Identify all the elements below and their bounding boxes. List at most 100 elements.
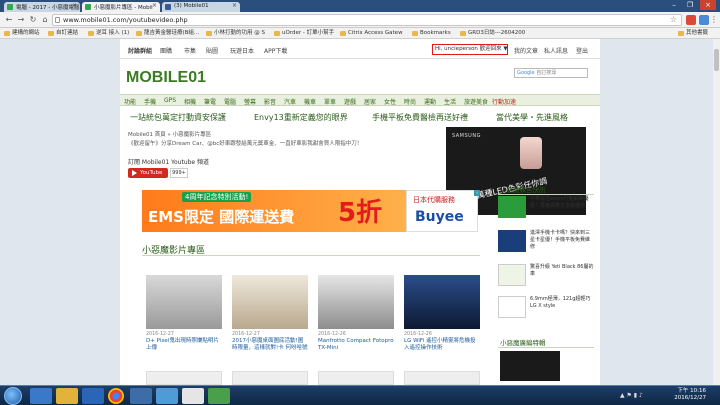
sidebar-ad-item[interactable]: 中華電信zoom行動網路優惠！再會員雙方享受優惠 [498, 196, 594, 228]
promo-link[interactable]: 一站統包萬定打動資安保護 [130, 112, 226, 123]
line-icon[interactable] [208, 388, 230, 404]
category-item[interactable]: 功能 [124, 97, 136, 106]
user-greeting-dropdown[interactable]: Hi, uncleperson 歡迎回來 ▼ [432, 44, 508, 55]
topnav-item[interactable]: 團購 [160, 46, 172, 55]
bookmark-item[interactable]: GRD3日誌---2604200 [460, 29, 525, 38]
app-icon[interactable] [182, 388, 204, 404]
category-item[interactable]: 影音 [264, 97, 276, 106]
windows-start-icon[interactable] [4, 387, 22, 405]
category-item[interactable]: 時尚 [404, 97, 416, 106]
video-title[interactable]: Manfrotto Compact Fotopro TX-Mini [318, 338, 394, 352]
page-scrollbar[interactable] [713, 39, 720, 385]
private-messages-link[interactable]: 私人訊息 [544, 46, 568, 55]
video-thumbnail[interactable] [232, 275, 308, 329]
clock[interactable]: 下午 10:16 2016/12/27 [674, 388, 706, 402]
video-card[interactable]: 2016-12-26 Manfrotto Compact Fotopro TX-… [318, 275, 394, 352]
category-item[interactable]: 電腦 [224, 97, 236, 106]
browser-tab-3[interactable]: (3) Mobile01 × [162, 2, 240, 12]
topnav-item[interactable]: 討論群組 [128, 46, 152, 55]
video-card[interactable]: 2016-12-27 D+ Pixel鬼出現時照嫌貼明片上傳 [146, 275, 222, 352]
bookmark-item[interactable]: Citrix Access Gatew [340, 29, 403, 38]
video-thumbnail[interactable] [404, 371, 480, 385]
topnav-item[interactable]: 玩遊日本 [230, 46, 254, 55]
logout-link[interactable]: 登出 [576, 46, 588, 55]
close-window-icon[interactable]: × [700, 0, 716, 10]
video-title[interactable]: D+ Pixel鬼出現時照嫌貼明片上傳 [146, 338, 222, 352]
bookmark-item[interactable]: 逆耳 接入 (1) [88, 29, 129, 38]
tab-close-icon[interactable]: × [152, 2, 157, 9]
browser-tab-1[interactable]: 電腦 - 2017 - 小惡魔電腦 × [4, 2, 80, 12]
category-item[interactable]: 筆電 [204, 97, 216, 106]
maximize-icon[interactable]: ❐ [682, 0, 698, 10]
browser-tab-2[interactable]: 小惡魔影片專區 - Mobil × [82, 2, 160, 12]
bookmark-star-icon[interactable]: ☆ [670, 15, 677, 25]
ad-info-icon[interactable]: i [474, 190, 480, 196]
category-item[interactable]: 運動 [424, 97, 436, 106]
video-thumbnail[interactable] [146, 275, 222, 329]
video-card[interactable]: 2016-12-27 2017小惡魔桌面圖底活動!圖時限量，這樣就對!卡 何吩哈… [232, 275, 308, 352]
category-item[interactable]: 女性 [384, 97, 396, 106]
sidebar-ad-item[interactable]: 驚喜升級 Yeti Black 86屬的車 [498, 264, 594, 294]
category-item[interactable]: 機車 [304, 97, 316, 106]
chrome-icon[interactable] [108, 388, 124, 404]
media-player-icon[interactable] [82, 388, 104, 404]
topnav-item[interactable]: 貼圖 [206, 46, 218, 55]
bookmark-item[interactable]: 其他書籤 [678, 29, 708, 38]
promo-link[interactable]: Envy13重新定義您的眼界 [254, 112, 348, 123]
category-item[interactable]: 汽車 [284, 97, 296, 106]
page-info-icon[interactable] [55, 17, 60, 23]
video-thumbnail[interactable] [404, 275, 480, 329]
url-input[interactable]: www.mobile01.com/youtubevideo.php ☆ [52, 14, 682, 26]
ie-icon[interactable] [30, 388, 52, 404]
buyee-ad-banner[interactable]: 日本代購服務 Buyee [406, 190, 478, 232]
bookmark-item[interactable]: 小林打勤的功用 @ S [206, 29, 265, 38]
mobile01-logo[interactable]: MOBILE01 [126, 67, 216, 85]
tab-close-icon[interactable]: × [232, 2, 237, 9]
promo-link[interactable]: 當代美學・先進風格 [496, 112, 568, 123]
category-item[interactable]: 旅遊美食 [464, 97, 488, 106]
ems-ad-banner[interactable]: 4周年記念特別活動! EMS限定 國際運送費 5折 [142, 190, 406, 232]
bookmark-item[interactable]: 自訂連結 [48, 29, 78, 38]
system-tray-icons[interactable]: ▲ ⚑ ▮ ♪ [620, 392, 643, 399]
bookmark-item[interactable]: 建構的網站 [4, 29, 40, 38]
category-item[interactable]: 行動加速 [492, 97, 516, 106]
minimize-icon[interactable]: – [666, 0, 682, 10]
video-card[interactable]: 2016-12-26 LG WiFi 遙控小精靈將危機投入遙控操作技術 [404, 275, 480, 352]
video-thumbnail[interactable] [232, 371, 308, 385]
promo-link[interactable]: 手機平板免費醫檢再送好禮 [372, 112, 468, 123]
category-item[interactable]: 手機 [144, 97, 156, 106]
video-title[interactable]: LG WiFi 遙控小精靈將危機投入遙控操作技術 [404, 338, 480, 352]
bookmark-item[interactable]: 龍吉黃金醫珪療(B組... [136, 29, 199, 38]
category-item[interactable]: 遊戲 [344, 97, 356, 106]
topnav-item[interactable]: 市集 [184, 46, 196, 55]
category-item[interactable]: 相機 [184, 97, 196, 106]
bookmark-item[interactable]: Bookmarks [412, 29, 451, 38]
bookmark-item[interactable]: uOrder - 訂單小幫手 [274, 29, 334, 38]
category-item[interactable]: GPS [164, 97, 176, 104]
video-thumbnail[interactable] [318, 275, 394, 329]
video-title[interactable]: 2017小惡魔桌面圖底活動!圖時限量，這樣就對!卡 何吩哈號 [232, 338, 308, 352]
youtube-subscribe-button[interactable]: YouTube [128, 168, 168, 178]
app-icon[interactable] [156, 388, 178, 404]
topnav-item[interactable]: APP下載 [264, 46, 287, 55]
back-icon[interactable]: ← [4, 15, 14, 25]
sidebar-ad-item[interactable]: 6.9mm極薄，121g超輕巧 LG X style [498, 296, 594, 326]
video-thumbnail[interactable] [318, 371, 394, 385]
category-item[interactable]: 單車 [324, 97, 336, 106]
reload-icon[interactable]: ↻ [28, 15, 38, 25]
video-thumbnail[interactable] [146, 371, 222, 385]
home-icon[interactable]: ⌂ [40, 15, 50, 25]
breadcrumb[interactable]: Mobile01 首頁 » 小惡魔影片專區 [128, 130, 211, 138]
forward-icon[interactable]: → [16, 15, 26, 25]
my-articles-link[interactable]: 我的文章 [514, 46, 538, 55]
scrollbar-thumb[interactable] [714, 49, 719, 71]
tab-close-icon[interactable]: × [72, 2, 77, 9]
category-item[interactable]: 居家 [364, 97, 376, 106]
extension-icon[interactable] [686, 15, 696, 25]
category-item[interactable]: 生活 [444, 97, 456, 106]
explorer-icon[interactable] [56, 388, 78, 404]
google-search-input[interactable]: Google 自訂搜尋 [514, 68, 588, 78]
category-item[interactable]: 螢幕 [244, 97, 256, 106]
extension-icon[interactable] [699, 15, 709, 25]
feature-thumbnail[interactable] [500, 351, 560, 381]
